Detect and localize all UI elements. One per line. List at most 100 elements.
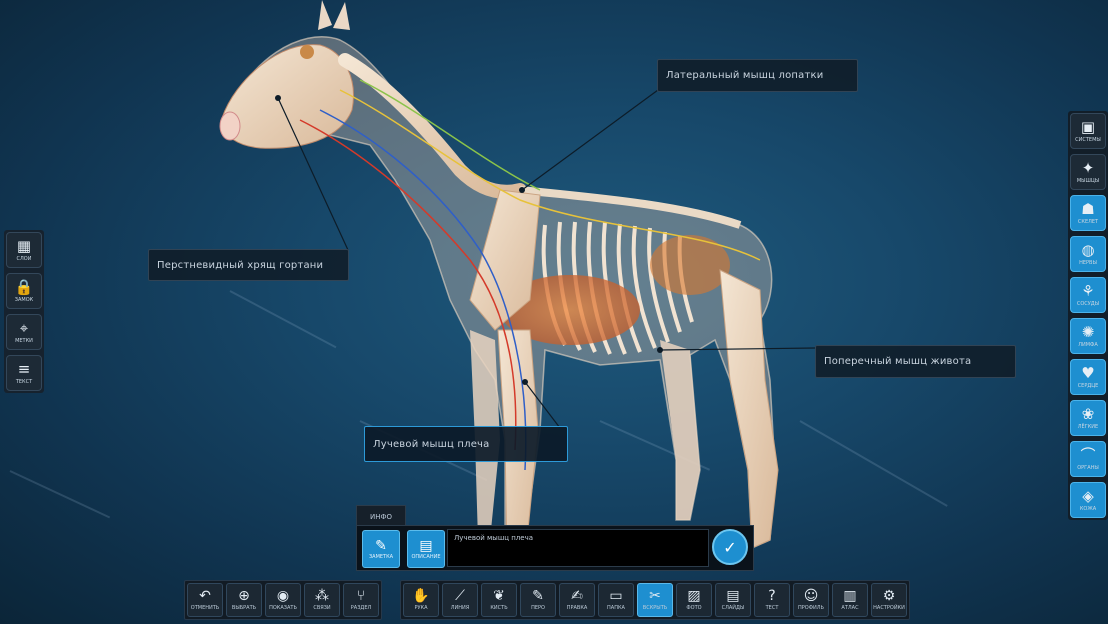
button-label: СЛАЙДЫ <box>721 605 745 611</box>
book-icon: ▥ <box>843 588 857 604</box>
callout-neck[interactable]: Перстневидный хрящ гортани <box>148 249 349 281</box>
vessel-icon: ⚘ <box>1081 281 1095 300</box>
pen-button[interactable]: ✎ ПЕРО <box>520 583 556 617</box>
image-button[interactable]: ▨ ФОТО <box>676 583 712 617</box>
lock-icon: 🔒 <box>14 277 34 296</box>
button-label: ТЕСТ <box>765 605 779 611</box>
callout-foreleg[interactable]: Лучевой мышц плеча <box>364 426 568 462</box>
edit-button[interactable]: ✍ ПРАВКА <box>559 583 595 617</box>
confirm-button[interactable]: ✓ <box>712 529 748 565</box>
paint-icon: ❦ <box>493 588 505 604</box>
button-label: ПОКАЗАТЬ <box>269 605 297 611</box>
paint-button[interactable]: ❦ КИСТЬ <box>481 583 517 617</box>
skin-button[interactable]: ◈ КОЖА <box>1070 482 1106 518</box>
pen-icon: ✎ <box>532 588 544 604</box>
button-label: СКЕЛЕТ <box>1077 218 1099 225</box>
nerve-icon: ◍ <box>1081 240 1095 259</box>
callout-shoulder[interactable]: Латеральный мышц лопатки <box>657 59 858 92</box>
note-button[interactable]: ✎ ЗАМЕТКА <box>362 530 400 568</box>
text-icon: ≡ <box>17 359 31 378</box>
button-label: АТЛАС <box>841 605 859 611</box>
system-icon: ▣ <box>1080 117 1096 136</box>
info-panel: ✎ ЗАМЕТКА ▤ ОПИСАНИЕ Лучевой мышц плеча … <box>356 525 754 571</box>
horse-hindleg-rear <box>660 340 700 520</box>
dissect-icon: ✂ <box>649 588 661 604</box>
button-label: ЛЁГКИЕ <box>1077 423 1099 430</box>
button-label: СЕРДЦЕ <box>1077 382 1099 389</box>
horse-hindleg <box>719 269 779 549</box>
system-button[interactable]: ▣ СИСТЕМЫ <box>1070 113 1106 149</box>
user-icon: ☺ <box>803 588 819 604</box>
button-label: ЛИМФА <box>1078 341 1098 348</box>
callout-flank[interactable]: Поперечный мышц живота <box>815 345 1016 378</box>
horse-ears <box>318 0 350 30</box>
fork-icon: ⑂ <box>356 588 366 604</box>
button-label: МЕТКИ <box>15 337 33 344</box>
slides-icon: ▤ <box>726 588 740 604</box>
left-toolbar: ▦ СЛОИ 🔒 ЗАМОК ⌖ МЕТКИ ≡ ТЕКСТ <box>4 230 44 393</box>
right-toolbar: ▣ СИСТЕМЫ ✦ МЫШЦЫ ☗ СКЕЛЕТ ◍ НЕРВЫ ⚘ СОСУДЫ ✺… <box>1068 111 1108 520</box>
hand-icon: ✋ <box>412 588 430 604</box>
lymph-button[interactable]: ✺ ЛИМФА <box>1070 318 1106 354</box>
callout-label: Поперечный мышц живота <box>824 356 972 367</box>
ruler-button[interactable]: ⟋ ЛИНИЯ <box>442 583 478 617</box>
undo-button[interactable]: ↶ ОТМЕНИТЬ <box>187 583 223 617</box>
lungs-button[interactable]: ❀ ЛЁГКИЕ <box>1070 400 1106 436</box>
callout-label: Перстневидный хрящ гортани <box>157 259 324 271</box>
section-button[interactable]: ⑂ РАЗДЕЛ <box>343 583 379 617</box>
layers-icon: ▦ <box>16 236 32 255</box>
layers-button[interactable]: ▦ СЛОИ <box>6 232 42 268</box>
undo-icon: ↶ <box>199 588 211 604</box>
eye-icon: ◉ <box>276 588 290 604</box>
profile-button[interactable]: ☺ ПРОФИЛЬ <box>793 583 829 617</box>
organ-icon: ⌒ <box>1080 445 1096 464</box>
tag-icon: ⌖ <box>19 318 29 337</box>
ruler-icon: ⟋ <box>455 588 465 604</box>
muscle-button[interactable]: ✦ МЫШЦЫ <box>1070 154 1106 190</box>
select-button[interactable]: ⊕ ВЫБРАТЬ <box>226 583 262 617</box>
select-icon: ⊕ <box>238 588 250 604</box>
dissect-button[interactable]: ✂ ВСКРЫТЬ <box>637 583 673 617</box>
button-label: ОТМЕНИТЬ <box>190 605 220 611</box>
button-label: ВЫБРАТЬ <box>231 605 257 611</box>
button-label: ЛИНИЯ <box>450 605 470 611</box>
note-icon: ✎ <box>375 538 387 554</box>
heart-icon: ♥ <box>1081 363 1095 382</box>
folder-icon: ▭ <box>609 588 623 604</box>
hand-button[interactable]: ✋ РУКА <box>403 583 439 617</box>
button-label: ПРОФИЛЬ <box>798 605 824 611</box>
bottom-toolbar-left: ↶ ОТМЕНИТЬ ⊕ ВЫБРАТЬ ◉ ПОКАЗАТЬ ⁂ СВЯЗИ ⑂ РАЗ… <box>184 580 382 620</box>
horse-eye <box>300 45 314 59</box>
organ-button[interactable]: ⌒ ОРГАНЫ <box>1070 441 1106 477</box>
bottom-toolbar-right: ✋ РУКА ⟋ ЛИНИЯ ❦ КИСТЬ ✎ ПЕРО ✍ ПРАВКА ▭ ПАПКА… <box>400 580 910 620</box>
button-label: ЗАМОК <box>14 296 34 303</box>
button-label: РАЗДЕЛ <box>350 605 372 611</box>
info-text-field[interactable]: Лучевой мышц плеча <box>447 529 709 567</box>
lock-button[interactable]: 🔒 ЗАМОК <box>6 273 42 309</box>
document-icon: ▤ <box>419 538 433 554</box>
show-button[interactable]: ◉ ПОКАЗАТЬ <box>265 583 301 617</box>
button-label: ТЕКСТ <box>15 378 33 385</box>
slides-button[interactable]: ▤ СЛАЙДЫ <box>715 583 751 617</box>
description-button[interactable]: ▤ ОПИСАНИЕ <box>407 530 445 568</box>
button-label: СИСТЕМЫ <box>1075 136 1101 143</box>
button-label: СЛОИ <box>16 255 32 262</box>
button-label: ПЕРО <box>531 605 545 611</box>
nerve-button[interactable]: ◍ НЕРВЫ <box>1070 236 1106 272</box>
lymph-icon: ✺ <box>1081 322 1095 341</box>
folder-button[interactable]: ▭ ПАПКА <box>598 583 634 617</box>
vessel-button[interactable]: ⚘ СОСУДЫ <box>1070 277 1106 313</box>
atlas-button[interactable]: ▥ АТЛАС <box>832 583 868 617</box>
button-label: ФОТО <box>686 605 702 611</box>
tag-button[interactable]: ⌖ МЕТКИ <box>6 314 42 350</box>
lungs-icon: ❀ <box>1081 404 1095 423</box>
button-label: РУКА <box>414 605 428 611</box>
text-button[interactable]: ≡ ТЕКСТ <box>6 355 42 391</box>
settings-button[interactable]: ⚙ НАСТРОЙКИ <box>871 583 907 617</box>
button-label: ПАПКА <box>607 605 625 611</box>
network-button[interactable]: ⁂ СВЯЗИ <box>304 583 340 617</box>
heart-button[interactable]: ♥ СЕРДЦЕ <box>1070 359 1106 395</box>
button-label: ЗАМЕТКА <box>368 554 394 560</box>
quiz-button[interactable]: ? ТЕСТ <box>754 583 790 617</box>
skeleton-button[interactable]: ☗ СКЕЛЕТ <box>1070 195 1106 231</box>
